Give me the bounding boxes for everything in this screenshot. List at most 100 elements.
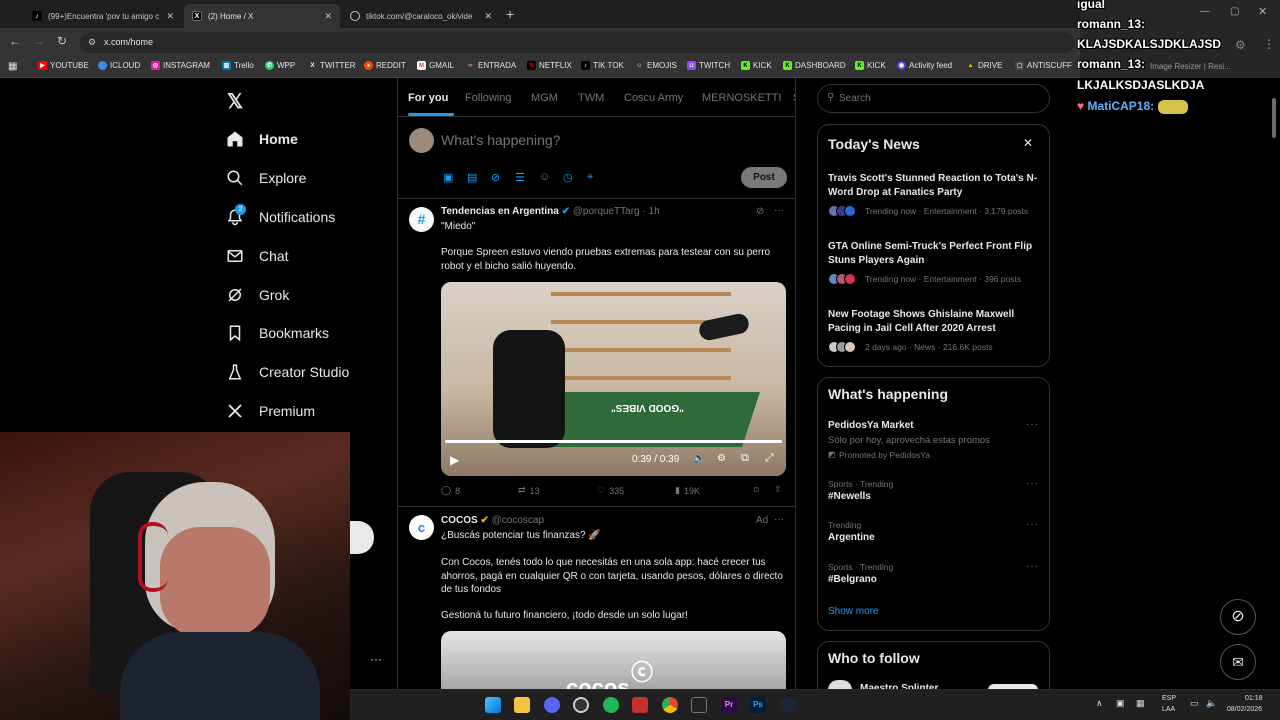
sidebar-item-chat[interactable]: Chat (226, 247, 289, 265)
apps-grid-icon[interactable]: ▦ (8, 61, 17, 72)
extensions-icon[interactable]: ⚙ (1235, 38, 1246, 52)
trend-name[interactable]: #Belgrano (828, 574, 877, 585)
author-handle[interactable]: @cocoscap (492, 515, 544, 526)
pip-icon[interactable]: ⧉ (741, 452, 749, 465)
sidebar-item-creator-studio[interactable]: Creator Studio (226, 363, 349, 381)
bookmark-emojis[interactable]: ☺ EMOJIS (635, 61, 677, 70)
steam-icon[interactable] (780, 697, 796, 713)
grok-float-button[interactable]: ⊘ (1220, 599, 1256, 635)
cocos-avatar-icon[interactable]: c (409, 515, 434, 540)
schedule-icon[interactable]: ◷ (563, 171, 573, 184)
volume-icon[interactable]: 🔈 (693, 453, 705, 464)
bookmark-wpp[interactable]: ✆ WPP (265, 61, 295, 70)
show-more-link[interactable]: Show more (828, 606, 879, 617)
bookmark-instagram[interactable]: ◎ INSTAGRAM (151, 61, 210, 70)
tab-mernosketti[interactable]: MERNOSKETTI (702, 92, 781, 104)
news-item-title[interactable]: GTA Online Semi-Truck's Perfect Front Fl… (828, 240, 1043, 267)
bookmark-twitter[interactable]: X TWITTER (308, 61, 355, 70)
promo-name[interactable]: PedidosYa Market (828, 420, 914, 431)
tray-app-icon[interactable]: ▦ (1136, 698, 1145, 709)
play-icon[interactable]: ▶ (450, 453, 459, 467)
tray-chevron-icon[interactable]: ∧ (1096, 698, 1103, 709)
extension-popup-label[interactable]: Image Resizer | Resi... (1150, 62, 1231, 71)
bookmark-antiscuff[interactable]: ▢ ANTISCUFF (1015, 61, 1072, 70)
video-player[interactable]: "GOOD VIBES" ▶ 0:39 / 0:39 🔈 ⚙ ⧉ ⤢ (441, 282, 786, 476)
like-button[interactable]: ♡ 335 (597, 485, 624, 496)
poll-icon[interactable]: ☰ (515, 171, 525, 184)
trend-name[interactable]: #Newells (828, 491, 871, 502)
repost-button[interactable]: ⇄ 13 (518, 485, 540, 496)
avatar[interactable] (409, 128, 434, 153)
sidebar-item-home[interactable]: Home (226, 130, 298, 148)
bookmark-youtube[interactable]: ▶ YOUTUBE (38, 61, 89, 70)
more-icon[interactable]: ··· (774, 205, 784, 216)
messages-float-button[interactable]: ✉ (1220, 644, 1256, 680)
discord-icon[interactable] (544, 697, 560, 713)
bookmark-netflix[interactable]: N NETFLIX (527, 61, 572, 70)
kebab-menu-icon[interactable]: ⋮ (1263, 37, 1275, 51)
post-button[interactable]: Post (741, 167, 787, 188)
close-icon[interactable]: ✕ (1023, 136, 1033, 150)
app-icon[interactable] (691, 697, 707, 713)
image-icon[interactable]: ▣ (443, 171, 453, 184)
volume-icon[interactable]: 🔈 (1206, 698, 1217, 709)
tab-for-you[interactable]: For you (408, 92, 448, 104)
news-item-title[interactable]: Travis Scott's Stunned Reaction to Tota'… (828, 172, 1043, 199)
grok-icon[interactable]: ⊘ (756, 206, 764, 217)
more-icon[interactable]: ··· (774, 514, 784, 525)
ad-media[interactable]: ⓒ cocos (441, 631, 786, 690)
bookmark-kick[interactable]: K KICK (741, 61, 772, 70)
sidebar-item-bookmarks[interactable]: Bookmarks (226, 324, 329, 342)
author-handle[interactable]: @porqueTTarg (573, 206, 640, 217)
sidebar-item-grok[interactable]: Grok (226, 286, 289, 304)
bookmark-activity-feed[interactable]: ◉ Activity feed (897, 61, 952, 70)
browser-tab-tiktok-search[interactable]: ♪ (99+)Encuentra 'pov tu amigo c ✕ (24, 4, 182, 28)
bookmark-drive[interactable]: ▲ DRIVE (966, 61, 1003, 70)
fullscreen-icon[interactable]: ⤢ (765, 452, 774, 465)
more-icon[interactable]: ··· (1026, 519, 1039, 530)
bookmark-kick-2[interactable]: K KICK (855, 61, 886, 70)
browser-tab-tiktok-video[interactable]: tiktok.com/@caraloco_ok/vide ✕ (342, 4, 500, 28)
search-input[interactable] (839, 89, 1039, 108)
minimize-icon[interactable]: — (1200, 6, 1210, 17)
bookmark-gmail[interactable]: M GMAIL (417, 61, 454, 70)
photoshop-icon[interactable]: Ps (750, 697, 766, 713)
site-info-icon[interactable]: ⚙ (88, 32, 96, 53)
sidebar-account-avatar[interactable] (350, 521, 374, 554)
chrome-icon[interactable] (662, 697, 678, 713)
file-explorer-icon[interactable] (514, 697, 530, 713)
compose-input[interactable] (441, 129, 771, 151)
bookmark-tiktok[interactable]: ♪ TIK TOK (581, 61, 624, 70)
monitor-icon[interactable]: ▭ (1190, 698, 1199, 709)
bookmark-entrada[interactable]: ∞ ENTRADA (466, 61, 516, 70)
author-name[interactable]: Tendencias en Argentina (441, 206, 559, 217)
bookmark-twitch[interactable]: ◘ TWITCH (687, 61, 730, 70)
reload-icon[interactable]: ↻ (57, 34, 67, 48)
bookmark-trello[interactable]: ▥ Trello (222, 61, 254, 70)
close-window-icon[interactable]: ✕ (1258, 5, 1267, 18)
bookmark-icon[interactable]: ⌑ (754, 485, 759, 496)
tab-coscu-army[interactable]: Coscu Army (624, 92, 683, 104)
clock-time[interactable]: 01:18 (1245, 695, 1263, 702)
url-field[interactable]: ⚙ x.com/home (80, 32, 1075, 53)
x-logo-icon[interactable]: 𝕏 (227, 89, 243, 114)
more-icon[interactable]: ··· (1026, 561, 1039, 572)
tab-s[interactable]: S (793, 92, 795, 104)
more-icon[interactable]: ··· (1026, 419, 1039, 430)
bookmark-icloud[interactable]: ICLOUD (98, 61, 140, 70)
close-icon[interactable]: ✕ (324, 11, 332, 22)
emoji-icon[interactable]: ☺ (539, 171, 550, 183)
tab-mgm[interactable]: MGM (531, 92, 558, 104)
language-indicator[interactable]: ESP (1162, 695, 1176, 702)
tray-app-icon[interactable]: ▣ (1116, 698, 1125, 709)
views-button[interactable]: ▮ 19K (675, 485, 700, 496)
grok-icon[interactable]: ⊘ (491, 171, 500, 184)
bookmark-dashboard[interactable]: K DASHBOARD (783, 61, 846, 70)
maximize-icon[interactable]: ▢ (1230, 6, 1239, 17)
forward-icon[interactable]: → (33, 34, 45, 48)
more-icon[interactable]: ··· (1026, 478, 1039, 489)
spotify-icon[interactable] (603, 697, 619, 713)
trend-name[interactable]: Argentine (828, 532, 875, 543)
more-options-icon[interactable]: ··· (370, 652, 382, 666)
news-item-title[interactable]: New Footage Shows Ghislaine Maxwell Paci… (828, 308, 1043, 335)
